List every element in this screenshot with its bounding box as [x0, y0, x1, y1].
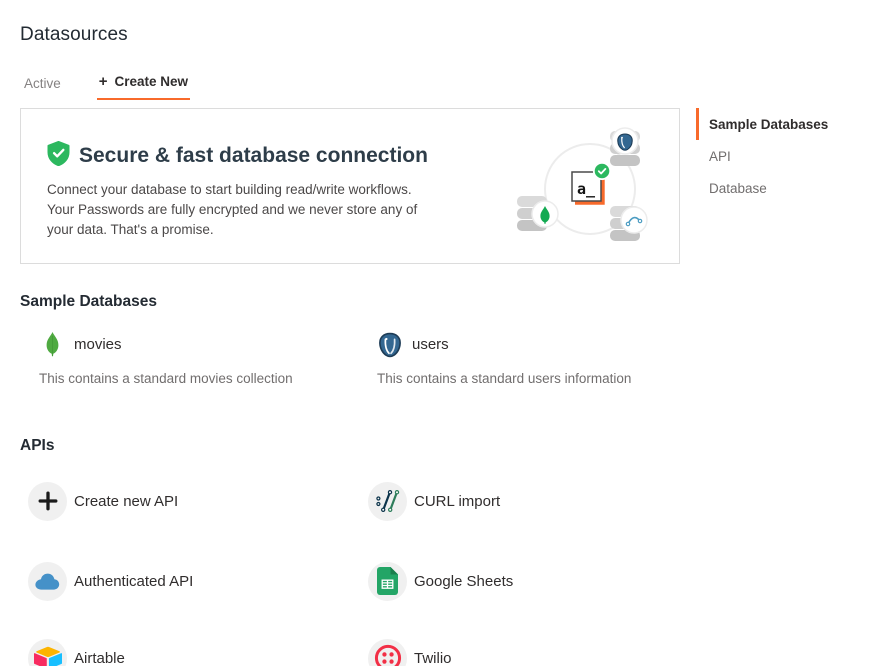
api-card-label: CURL import [414, 493, 500, 510]
sidebar-item-sample-databases[interactable]: Sample Databases [696, 108, 894, 140]
curl-import-card[interactable]: CURL import [368, 481, 500, 521]
mongodb-icon [39, 331, 65, 358]
api-card-label: Google Sheets [414, 573, 513, 590]
sample-db-users[interactable]: users This contains a standard users inf… [377, 331, 707, 386]
postgresql-icon [377, 331, 403, 358]
sample-db-movies[interactable]: movies This contains a standard movies c… [39, 331, 369, 386]
mongodb-badge-icon [532, 201, 558, 227]
sample-db-description: This contains a standard movies collecti… [39, 371, 369, 386]
secure-connection-banner: Secure & fast database connection Connec… [20, 108, 680, 264]
create-new-api-card[interactable]: Create new API [28, 481, 178, 521]
section-nav: Sample Databases API Database [696, 108, 894, 204]
shield-check-icon [47, 141, 70, 171]
airtable-card[interactable]: Airtable [28, 638, 125, 666]
authenticated-api-card[interactable]: Authenticated API [28, 561, 193, 601]
google-sheets-card[interactable]: Google Sheets [368, 561, 513, 601]
sample-db-name: movies [74, 336, 122, 353]
google-sheets-icon [368, 562, 407, 601]
sample-databases-heading: Sample Databases [20, 293, 157, 311]
sidebar-item-api[interactable]: API [696, 140, 894, 172]
tab-create-new-label: Create New [115, 74, 189, 89]
cloud-icon [28, 562, 67, 601]
check-badge-icon [594, 163, 610, 179]
sample-db-name: users [412, 336, 449, 353]
api-card-label: Twilio [414, 650, 452, 666]
datasources-page: Datasources Active + Create New Secure &… [0, 0, 896, 666]
sample-db-description: This contains a standard users informati… [377, 371, 707, 386]
sidebar-item-database[interactable]: Database [696, 172, 894, 204]
tab-create-new[interactable]: + Create New [97, 74, 190, 100]
postgresql-badge-icon [612, 128, 638, 154]
databases-orbit-illustration: a_ [513, 121, 673, 266]
tab-active[interactable]: Active [24, 76, 61, 100]
plus-icon: + [99, 74, 108, 89]
airtable-icon [28, 639, 67, 666]
curve-badge-icon [621, 207, 647, 233]
banner-title: Secure & fast database connection [79, 144, 428, 168]
page-title: Datasources [20, 24, 128, 46]
apis-heading: APIs [20, 437, 54, 455]
api-card-label: Create new API [74, 493, 178, 510]
plus-icon [28, 482, 67, 521]
svg-text:a_: a_ [577, 180, 596, 198]
twilio-card[interactable]: Twilio [368, 638, 452, 666]
banner-head: Secure & fast database connection [47, 141, 428, 171]
tabs: Active + Create New [24, 74, 190, 100]
twilio-icon [368, 639, 407, 666]
curl-icon [368, 482, 407, 521]
banner-description: Connect your database to start building … [47, 180, 419, 240]
api-card-label: Airtable [74, 650, 125, 666]
api-card-label: Authenticated API [74, 573, 193, 590]
